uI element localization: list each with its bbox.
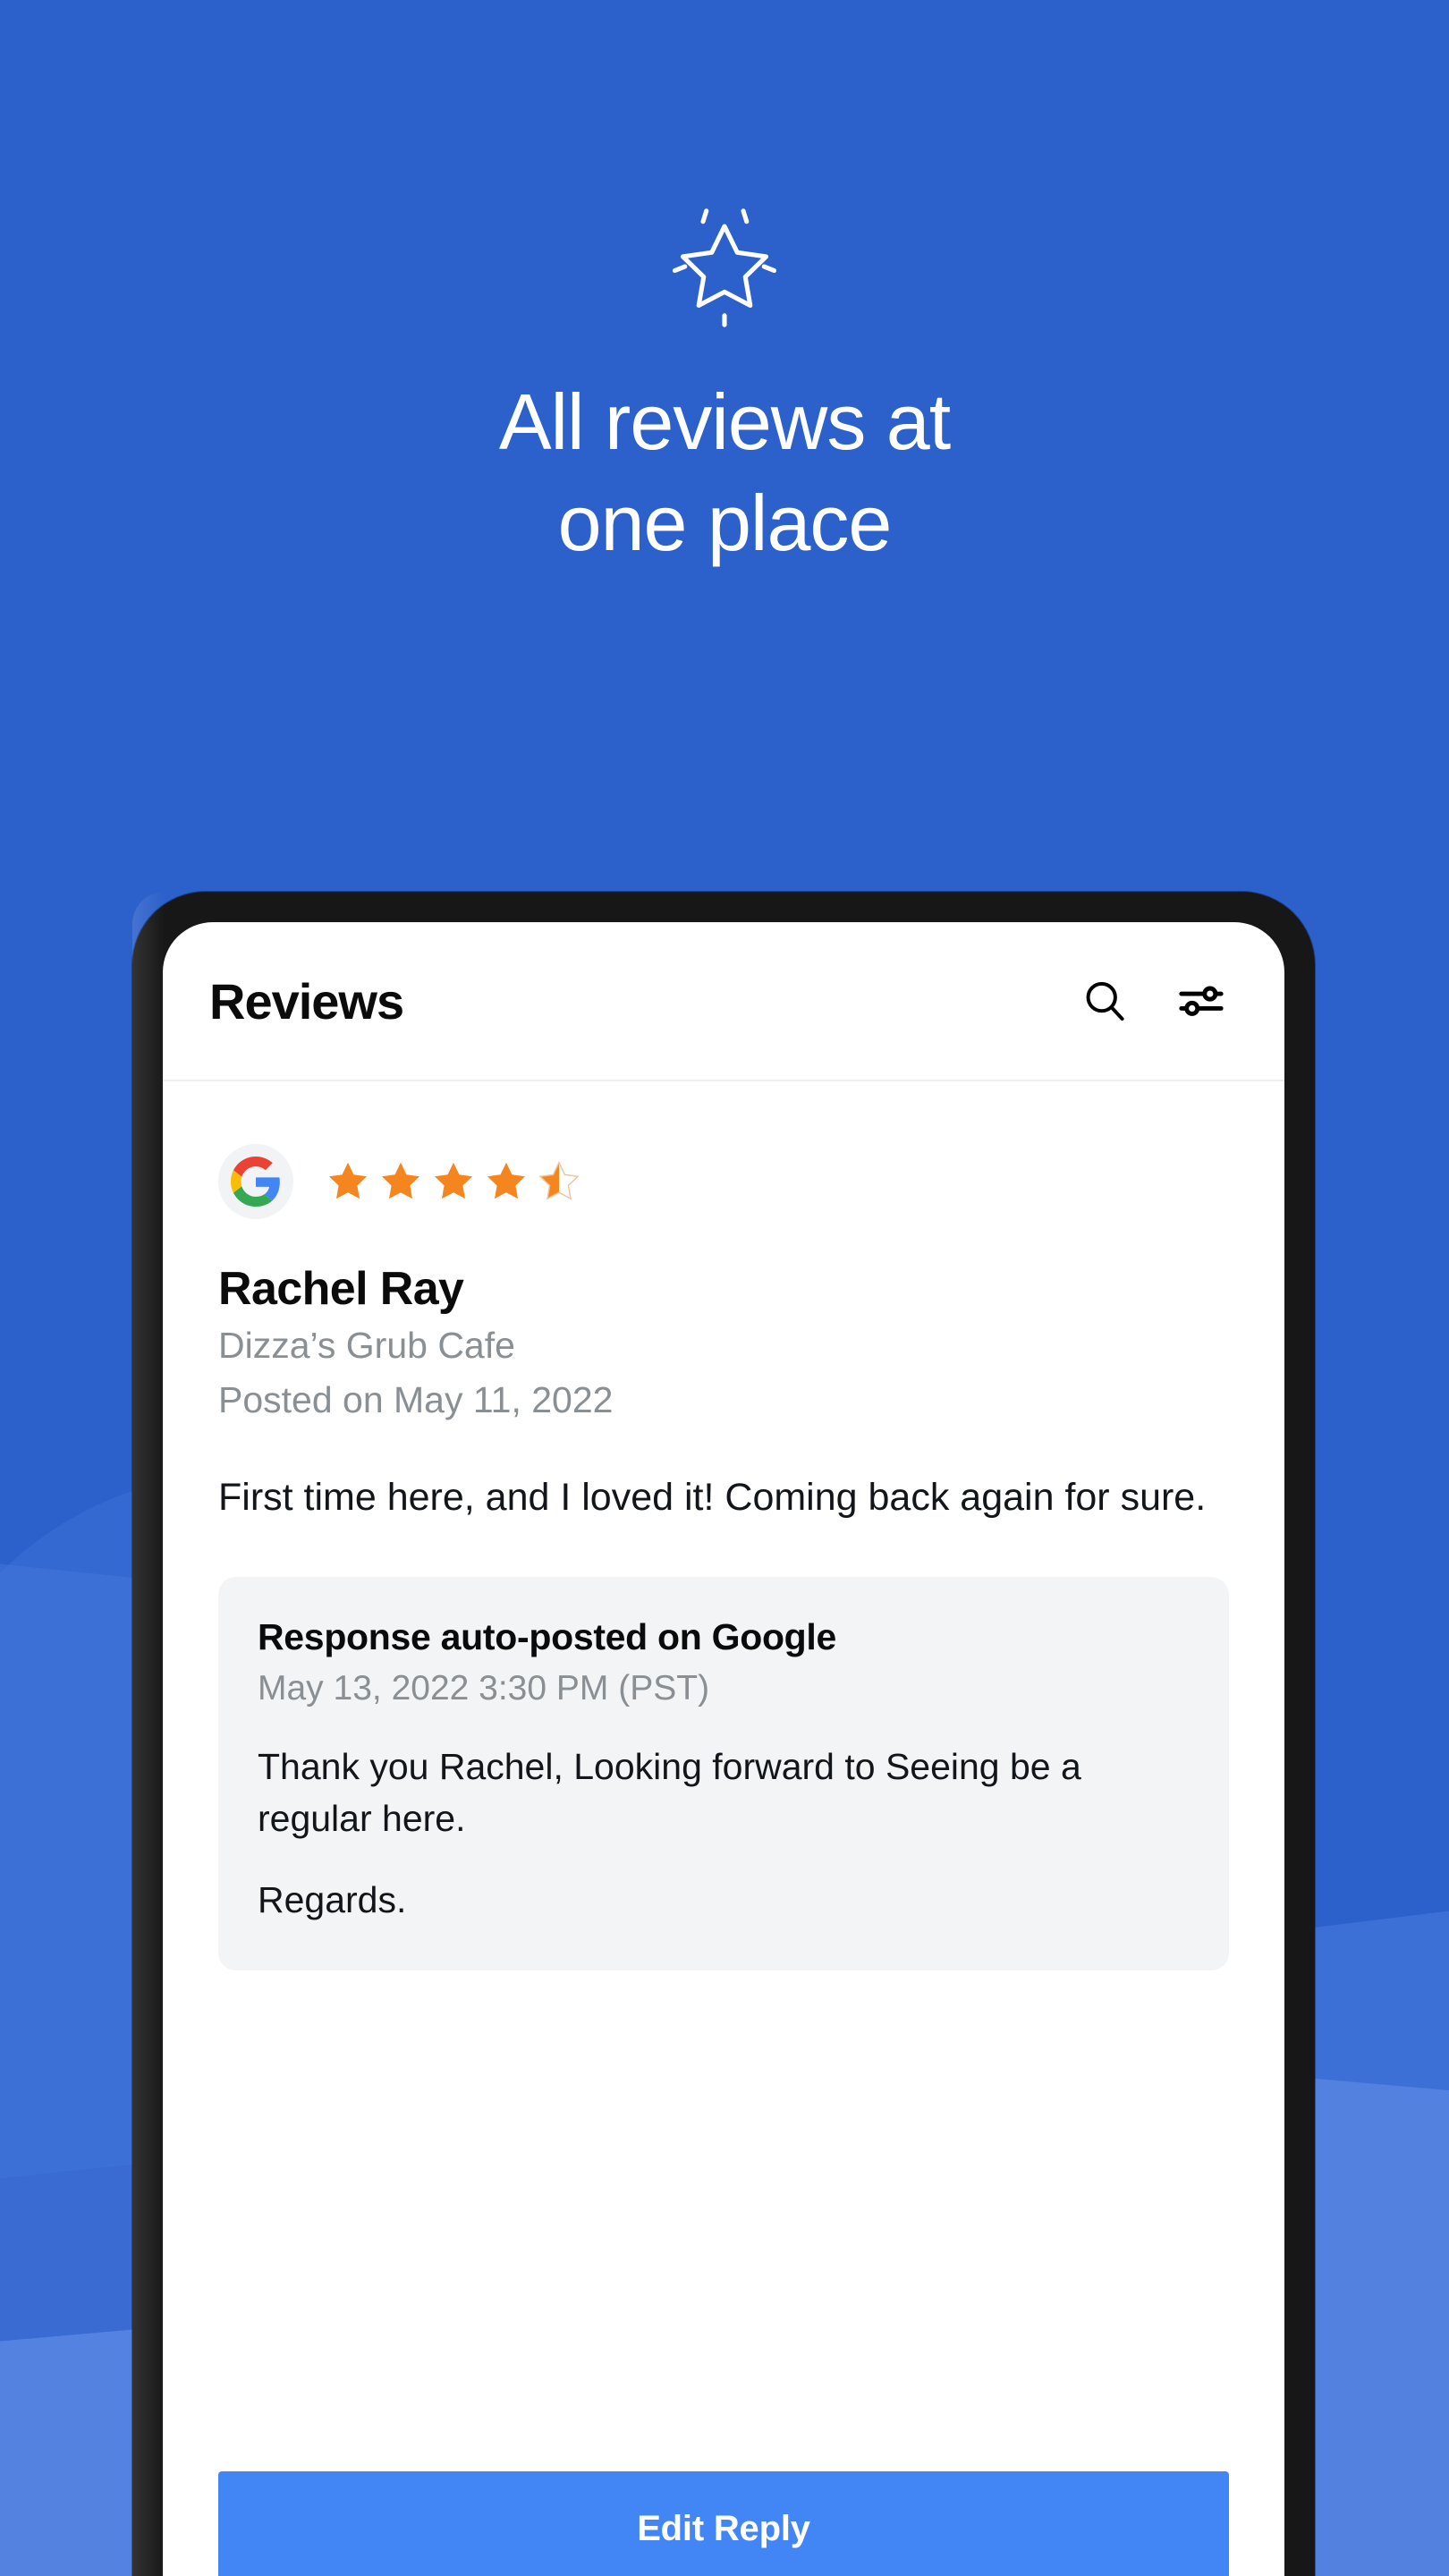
star-icon-3	[434, 1162, 473, 1199]
response-box: Response auto-posted on Google May 13, 2…	[218, 1577, 1229, 1970]
google-g-icon	[231, 1157, 280, 1207]
star-icon-5-half	[538, 1161, 580, 1200]
filter-button[interactable]	[1174, 973, 1229, 1029]
response-signoff: Regards.	[258, 1878, 407, 1920]
avatar	[218, 1144, 293, 1219]
rating-stars	[326, 1159, 581, 1204]
sparkle-star-icon	[672, 208, 777, 327]
response-title: Response auto-posted on Google	[258, 1616, 837, 1658]
posted-date: Posted on May 11, 2022	[218, 1378, 614, 1420]
hero-title: All reviews at one place	[498, 377, 951, 567]
search-icon	[1086, 981, 1124, 1021]
star-icon-4	[487, 1162, 526, 1199]
reviewer-name: Rachel Ray	[218, 1263, 464, 1315]
star-icon-1	[328, 1162, 368, 1199]
phone-mockup: Reviews Rachel Ray Dizza’s Grub Cafe Pos…	[132, 892, 1315, 2576]
promo-screenshot: All reviews at one place Reviews Rachel …	[0, 0, 1449, 2576]
star-icon-2	[381, 1162, 420, 1199]
search-button[interactable]	[1077, 973, 1132, 1029]
page-title: Reviews	[209, 972, 404, 1030]
review-text: First time here, and I loved it! Coming …	[218, 1476, 1207, 1520]
edit-reply-button[interactable]: Edit Reply	[218, 2471, 1229, 2576]
review-header	[218, 1144, 1229, 1219]
primary-action-area: Edit Reply	[163, 2471, 1284, 2576]
response-timestamp: May 13, 2022 3:30 PM (PST)	[258, 1669, 710, 1708]
app-bar-actions	[1077, 973, 1229, 1029]
business-name: Dizza’s Grub Cafe	[218, 1325, 515, 1366]
review-card: Rachel Ray Dizza’s Grub Cafe Posted on M…	[163, 1081, 1284, 2471]
app-bar: Reviews	[163, 922, 1284, 1081]
phone-screen: Reviews Rachel Ray Dizza’s Grub Cafe Pos…	[163, 922, 1284, 2576]
filter-sliders-icon	[1179, 986, 1224, 1016]
response-body: Thank you Rachel, Looking forward to See…	[258, 1746, 1081, 1840]
hero-section: All reviews at one place	[0, 197, 1449, 573]
